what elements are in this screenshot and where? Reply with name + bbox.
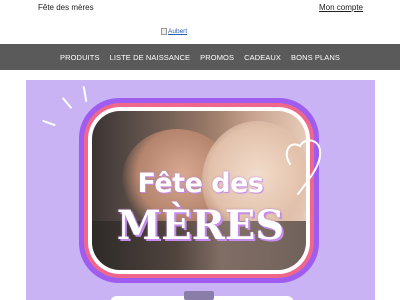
top-bar-title: Fête des mères <box>38 3 94 12</box>
account-link[interactable]: Mon compte <box>319 3 363 12</box>
broken-image-icon <box>161 27 167 35</box>
nav-item-produits[interactable]: PRODUITS <box>60 53 100 62</box>
nav-item-liste-de-naissance[interactable]: LISTE DE NAISSANCE <box>110 53 191 62</box>
nav-item-bons-plans[interactable]: BONS PLANS <box>291 53 340 62</box>
nav-item-promos[interactable]: PROMOS <box>200 53 234 62</box>
hero-banner[interactable]: Fête des MÈRES <box>26 80 375 300</box>
hero-title-line-1: Fête des <box>137 168 265 199</box>
hero-badge <box>184 291 214 300</box>
hero-title-line-2: MÈRES <box>116 202 285 249</box>
logo-alt-text: Aubert <box>168 27 188 35</box>
top-bar: Fête des mères Mon compte <box>0 0 400 16</box>
nav-item-cadeaux[interactable]: CADEAUX <box>244 53 281 62</box>
brand-logo[interactable]: Aubert <box>161 26 187 36</box>
main-nav: PRODUITS LISTE DE NAISSANCE PROMOS CADEA… <box>0 44 400 70</box>
